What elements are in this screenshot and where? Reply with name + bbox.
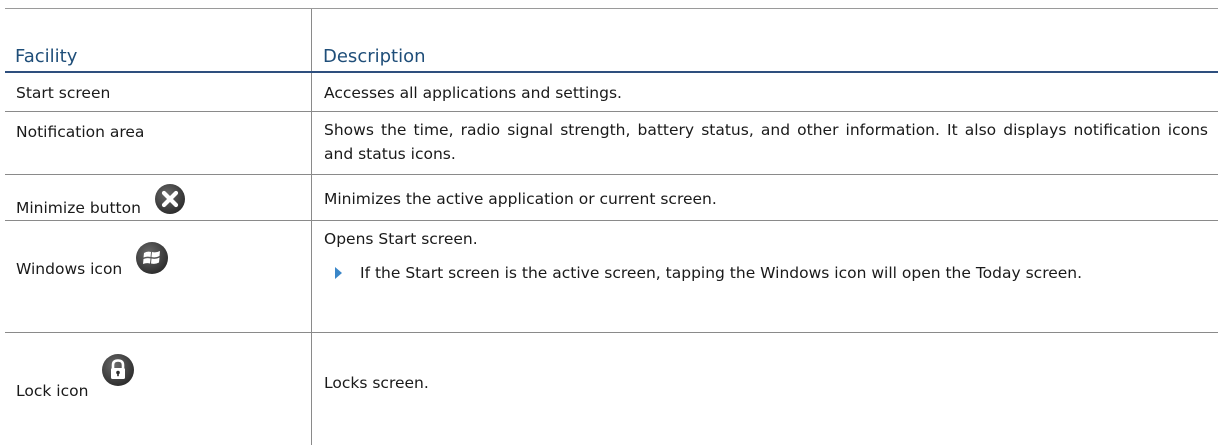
description-cell: Shows the time, radio signal strength, b… [324, 121, 1208, 163]
description-cell: Minimizes the active application or curr… [324, 190, 717, 208]
facility-cell: Minimize button [16, 183, 186, 220]
table-row: Minimize button Minimizes the active app… [5, 174, 1218, 221]
padlock-icon [101, 353, 135, 392]
description-cell: Accesses all applications and settings. [324, 84, 622, 102]
facility-cell: Windows icon [16, 241, 169, 280]
facility-table: Facility Description Start screen Access… [5, 8, 1218, 445]
close-x-icon [154, 183, 186, 220]
header-description: Description [323, 46, 426, 67]
table-row: Windows icon Opens Start screen. If the … [5, 220, 1218, 333]
table-row: Lock icon Locks screen. [5, 332, 1218, 446]
table-row: Notification area Shows the time, radio … [5, 111, 1218, 175]
description-cell: Opens Start screen. If the Start screen … [324, 227, 1208, 313]
table-row: Start screen Accesses all applications a… [5, 73, 1218, 111]
facility-cell: Notification area [16, 123, 145, 141]
facility-label: Windows icon [16, 259, 123, 278]
header-facility: Facility [15, 46, 78, 67]
description-text: Opens Start screen. [324, 230, 478, 248]
bullet-item: If the Start screen is the active screen… [324, 261, 1208, 313]
facility-cell: Lock icon [16, 353, 135, 400]
facility-label: Lock icon [16, 381, 89, 400]
windows-logo-icon [135, 241, 169, 280]
facility-label: Minimize button [16, 198, 141, 217]
bullet-arrow-icon [335, 267, 342, 279]
bullet-text: If the Start screen is the active screen… [360, 264, 1083, 282]
description-cell: Locks screen. [324, 374, 429, 392]
table-header: Facility Description [5, 8, 1218, 72]
facility-cell: Start screen [16, 84, 111, 102]
